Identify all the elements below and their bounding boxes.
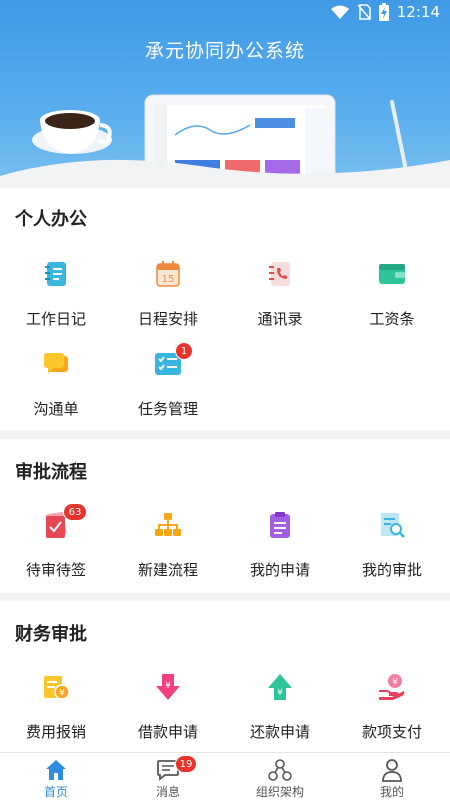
grid-item-task-management[interactable]: 1 任务管理	[112, 342, 224, 430]
grid-item-label: 任务管理	[137, 400, 198, 418]
chat-icon	[44, 353, 68, 374]
grid-item-schedule[interactable]: 15 日程安排	[112, 260, 224, 340]
grid-item-label: 工作日记	[25, 310, 86, 328]
section-finance-approval: 财务审批 ¥ 费用报销 ¥ 借款申请 ¥ 还款申请 ¥ 款项支付	[0, 601, 450, 752]
grid-item-expense-reimburse[interactable]: ¥ 费用报销	[0, 673, 112, 753]
home-screen: 12:14 承元协同办公系统 个人办公 工作日记 15 日程安排 通讯录 工资条…	[0, 0, 450, 800]
grid-item-work-diary[interactable]: 工作日记	[0, 260, 112, 340]
borrow-icon: ¥	[156, 674, 180, 700]
flowchart-icon	[155, 513, 181, 536]
notebook-icon	[45, 262, 66, 286]
home-icon	[46, 760, 66, 780]
svg-text:¥: ¥	[165, 681, 171, 691]
payment-icon: ¥	[379, 674, 405, 700]
profile-icon	[382, 759, 402, 782]
grid-item-label: 款项支付	[361, 723, 422, 741]
grid-item-new-process[interactable]: 新建流程	[112, 511, 224, 591]
clipboard-icon	[270, 512, 290, 538]
status-time: 12:14	[396, 3, 440, 21]
grid-item-label: 我的申请	[249, 561, 310, 579]
org-icon	[268, 759, 292, 781]
grid-item-communication[interactable]: 沟通单	[0, 350, 112, 430]
nav-tab-profile[interactable]: 我的	[336, 753, 448, 800]
grid-item-loan-application[interactable]: ¥ 借款申请	[112, 673, 224, 753]
grid-item-label: 费用报销	[25, 723, 86, 741]
messages-badge: 19	[175, 755, 197, 773]
nav-tab-organization[interactable]: 组织架构	[224, 753, 336, 800]
grid-item-payment[interactable]: ¥ 款项支付	[336, 673, 448, 753]
grid-item-my-applications[interactable]: 我的申请	[224, 511, 336, 591]
nav-label: 我的	[379, 785, 404, 799]
calendar-icon-day: 15	[162, 274, 175, 285]
status-bar: 12:14	[0, 0, 450, 26]
grid-item-label: 我的审批	[361, 561, 422, 579]
grid-item-label: 沟通单	[33, 400, 79, 418]
section-title-personal: 个人办公	[15, 209, 87, 230]
reimburse-icon: ¥	[44, 676, 70, 700]
nav-label: 首页	[43, 785, 68, 799]
battery-charging-icon	[378, 3, 389, 21]
grid-item-pending-sign[interactable]: 63 待审待签	[0, 503, 112, 591]
pending-badge: 63	[63, 503, 87, 521]
nav-label: 消息	[155, 785, 180, 799]
svg-text:¥: ¥	[277, 688, 283, 698]
header-banner: 12:14 承元协同办公系统	[0, 0, 450, 188]
grid-item-label: 新建流程	[137, 561, 198, 579]
grid-item-repayment-application[interactable]: ¥ 还款申请	[224, 673, 336, 753]
app-title: 承元协同办公系统	[144, 40, 305, 62]
section-title-finance: 财务审批	[15, 624, 87, 645]
task-badge: 1	[175, 342, 193, 360]
nav-tab-home[interactable]: 首页	[0, 753, 112, 800]
section-title-approval: 审批流程	[15, 462, 87, 483]
repay-icon: ¥	[268, 674, 292, 700]
status-icons: 12:14	[330, 3, 440, 21]
section-approval-flow: 审批流程 63 待审待签 新建流程 我的申请 我的审批	[0, 439, 450, 593]
wallet-icon	[379, 264, 405, 284]
nav-label: 组织架构	[255, 785, 304, 799]
grid-item-my-approvals[interactable]: 我的审批	[336, 511, 448, 591]
bottom-navigation: 首页 19 消息 组织架构 我的	[0, 752, 450, 800]
grid-item-label: 还款申请	[249, 723, 310, 741]
header-curve	[0, 159, 450, 188]
grid-item-label: 日程安排	[137, 310, 198, 328]
no-sim-icon	[357, 4, 371, 20]
doc-search-icon	[381, 513, 405, 538]
grid-item-payslip[interactable]: 工资条	[336, 260, 448, 340]
calendar-icon: 15	[156, 261, 180, 287]
section-personal-office: 个人办公 工作日记 15 日程安排 通讯录 工资条 沟通单 1 任务管理	[0, 188, 450, 430]
svg-text:¥: ¥	[59, 689, 65, 699]
grid-item-contacts[interactable]: 通讯录	[224, 260, 336, 340]
wifi-icon	[330, 5, 349, 19]
svg-text:¥: ¥	[392, 678, 398, 688]
contacts-icon	[269, 262, 290, 286]
grid-item-label: 通讯录	[257, 310, 303, 328]
grid-item-label: 工资条	[369, 310, 415, 328]
grid-item-label: 借款申请	[137, 723, 198, 741]
nav-tab-messages[interactable]: 19 消息	[112, 753, 224, 800]
grid-item-label: 待审待签	[25, 561, 86, 579]
